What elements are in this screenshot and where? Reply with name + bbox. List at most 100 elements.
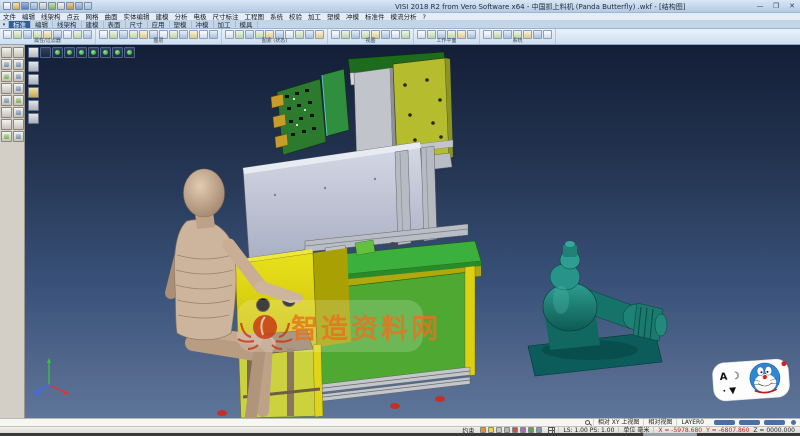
menu-item[interactable]: ?	[420, 13, 429, 21]
ribbon-icon[interactable]	[83, 30, 92, 39]
new-file-icon[interactable]	[3, 2, 11, 10]
qat-icon[interactable]	[66, 2, 74, 10]
ribbon-icon[interactable]	[315, 30, 324, 39]
toolbar-tab[interactable]: 标准	[9, 21, 31, 28]
menu-item[interactable]: 工程图	[242, 13, 268, 21]
ribbon-icon[interactable]	[73, 30, 82, 39]
tab-overflow-button[interactable]: ▾	[0, 21, 9, 28]
ribbon-icon[interactable]	[23, 30, 32, 39]
visibility-filter-icon[interactable]	[28, 47, 39, 58]
ribbon-icon[interactable]	[119, 30, 128, 39]
qat-icon[interactable]	[48, 2, 56, 10]
toolbar-tab[interactable]: 编辑	[31, 21, 53, 28]
ribbon-icon[interactable]	[483, 30, 492, 39]
qat-icon[interactable]	[57, 2, 65, 10]
side-tool-icon[interactable]	[28, 61, 39, 72]
toolbar-tab[interactable]: 尺寸	[126, 21, 148, 28]
visibility-filter-icon[interactable]	[52, 47, 63, 58]
menu-item[interactable]: 系统	[267, 13, 286, 21]
menu-item[interactable]: 校验	[286, 13, 305, 21]
view-swatch-button[interactable]	[739, 420, 760, 425]
ribbon-icon[interactable]	[129, 30, 138, 39]
visibility-filter-icon[interactable]	[100, 47, 111, 58]
ribbon-icon[interactable]	[169, 30, 178, 39]
ribbon-icon[interactable]	[503, 30, 512, 39]
toolbar-tab[interactable]: 模具	[236, 21, 258, 28]
ribbon-icon[interactable]	[235, 30, 244, 39]
maximize-button[interactable]: ❐	[768, 0, 784, 12]
side-tool-icon[interactable]	[28, 87, 39, 98]
left-toolbar-icon[interactable]	[13, 47, 24, 58]
left-toolbar-icon[interactable]	[13, 83, 24, 94]
qat-icon[interactable]	[84, 2, 92, 10]
ribbon-icon[interactable]	[417, 30, 426, 39]
menu-item[interactable]: 点云	[64, 13, 83, 21]
ribbon-icon[interactable]	[63, 30, 72, 39]
ribbon-icon[interactable]	[457, 30, 466, 39]
menu-item[interactable]: 实体编辑	[121, 13, 153, 21]
menu-item[interactable]: 编辑	[19, 13, 38, 21]
ribbon-icon[interactable]	[189, 30, 198, 39]
menu-item[interactable]: 尺寸标注	[210, 13, 242, 21]
qat-icon[interactable]	[30, 2, 38, 10]
zoom-lens-icon[interactable]	[585, 420, 590, 425]
toolbar-tab[interactable]: 冲模	[192, 21, 214, 28]
left-toolbar-icon[interactable]	[1, 131, 12, 142]
left-toolbar-icon[interactable]	[13, 59, 24, 70]
ribbon-icon[interactable]	[225, 30, 234, 39]
side-tool-icon[interactable]	[28, 100, 39, 111]
ribbon-icon[interactable]	[381, 30, 390, 39]
left-toolbar-icon[interactable]	[1, 95, 12, 106]
ribbon-icon[interactable]	[245, 30, 254, 39]
view-xy-button[interactable]: 相对 XY 上视图	[593, 419, 644, 427]
menu-item[interactable]: 曲面	[102, 13, 121, 21]
ribbon-icon[interactable]	[533, 30, 542, 39]
toolbar-tab[interactable]: 表面	[104, 21, 126, 28]
undo-icon[interactable]	[75, 2, 83, 10]
relative-view-button[interactable]: 相对视图	[643, 419, 676, 427]
side-tool-icon[interactable]	[28, 113, 39, 124]
view-swatch-button[interactable]	[764, 420, 785, 425]
left-toolbar-icon[interactable]	[1, 71, 12, 82]
robot-model[interactable]	[528, 241, 667, 376]
mold-plates-model[interactable]	[243, 52, 468, 258]
ribbon-icon[interactable]	[139, 30, 148, 39]
menu-item[interactable]: 标准件	[362, 13, 388, 21]
cad-scene[interactable]: 智造资料网 A ☽ · ▼	[25, 45, 800, 418]
ribbon-icon[interactable]	[209, 30, 218, 39]
ribbon-icon[interactable]	[427, 30, 436, 39]
ribbon-icon[interactable]	[199, 30, 208, 39]
side-tool-icon[interactable]	[28, 74, 39, 85]
visibility-filter-icon[interactable]	[124, 47, 135, 58]
left-toolbar-icon[interactable]	[13, 119, 24, 130]
left-toolbar-icon[interactable]	[1, 83, 12, 94]
menu-item[interactable]: 建模	[153, 13, 172, 21]
close-button[interactable]: ✕	[784, 0, 800, 12]
menu-item[interactable]: 文件	[0, 13, 19, 21]
left-toolbar-icon[interactable]	[1, 59, 12, 70]
ribbon-icon[interactable]	[351, 30, 360, 39]
left-toolbar-icon[interactable]	[13, 71, 24, 82]
ribbon-icon[interactable]	[391, 30, 400, 39]
left-toolbar-icon[interactable]	[1, 107, 12, 118]
visibility-filter-icon[interactable]	[64, 47, 75, 58]
menu-item[interactable]: 线架构	[38, 13, 64, 21]
toolbar-tab[interactable]: 加工	[214, 21, 236, 28]
minimize-button[interactable]: —	[752, 0, 768, 12]
ribbon-icon[interactable]	[99, 30, 108, 39]
visibility-filter-icon[interactable]	[76, 47, 87, 58]
ribbon-icon[interactable]	[331, 30, 340, 39]
print-icon[interactable]	[39, 2, 47, 10]
ribbon-icon[interactable]	[3, 30, 12, 39]
menu-item[interactable]: 冲模	[343, 13, 362, 21]
toolbar-tab[interactable]: 线架构	[53, 21, 82, 28]
open-file-icon[interactable]	[12, 2, 20, 10]
ribbon-icon[interactable]	[109, 30, 118, 39]
menu-item[interactable]: 网格	[83, 13, 102, 21]
left-toolbar-icon[interactable]	[1, 47, 12, 58]
ribbon-icon[interactable]	[295, 30, 304, 39]
ribbon-icon[interactable]	[13, 30, 22, 39]
left-toolbar-icon[interactable]	[13, 95, 24, 106]
ribbon-icon[interactable]	[543, 30, 552, 39]
toolbar-tab[interactable]: 建模	[82, 21, 104, 28]
